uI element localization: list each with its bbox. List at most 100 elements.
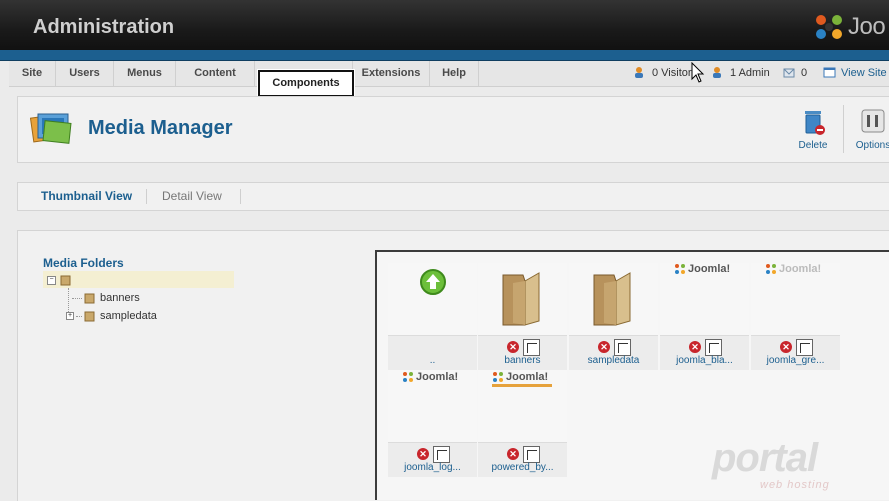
delete-icon[interactable]: ✕ bbox=[780, 341, 792, 353]
logo-text: Joo bbox=[848, 13, 886, 40]
thumb-image-joomla-black[interactable]: Joomla! ✕ joomla_bla... bbox=[660, 263, 749, 370]
tree-connector bbox=[72, 297, 82, 299]
collapse-icon[interactable]: − bbox=[47, 275, 56, 285]
menu-help[interactable]: Help bbox=[430, 61, 479, 86]
thumb-image: Joomla! bbox=[751, 263, 840, 335]
toolbar-divider bbox=[843, 105, 844, 153]
powered-by-strip bbox=[492, 384, 552, 387]
thumb-image: Joomla! bbox=[478, 370, 567, 442]
folder-icon bbox=[60, 275, 71, 286]
joomla-logo-thumb: Joomla! bbox=[402, 371, 458, 383]
tab-thumbnail-view[interactable]: Thumbnail View bbox=[41, 183, 132, 210]
select-checkbox[interactable] bbox=[614, 339, 631, 356]
tab-divider bbox=[240, 189, 241, 204]
thumb-name[interactable]: banners bbox=[478, 355, 567, 366]
logo-text: Joomla! bbox=[688, 263, 731, 275]
delete-icon[interactable]: ✕ bbox=[598, 341, 610, 353]
thumb-image: Joomla! bbox=[660, 263, 749, 335]
joomla-mark-icon bbox=[493, 372, 503, 382]
visitors-count: 0 Visitor bbox=[652, 66, 692, 79]
joomla-logo-thumb: Joomla! bbox=[674, 263, 730, 275]
tab-divider bbox=[146, 189, 147, 204]
thumb-name[interactable]: joomla_bla... bbox=[660, 355, 749, 366]
folder-icon bbox=[84, 311, 95, 322]
thumb-name[interactable]: powered_by... bbox=[478, 462, 567, 473]
menu-users[interactable]: Users bbox=[56, 61, 114, 86]
thumb-name[interactable]: .. bbox=[388, 355, 477, 366]
delete-label: Delete bbox=[798, 140, 828, 151]
thumb-name[interactable]: joomla_log... bbox=[388, 462, 477, 473]
expand-icon[interactable]: + bbox=[66, 312, 74, 320]
visitors-status[interactable]: 0 Visitor bbox=[634, 66, 692, 79]
thumb-name[interactable]: joomla_gre... bbox=[751, 355, 840, 366]
delete-icon[interactable]: ✕ bbox=[507, 448, 519, 460]
select-checkbox[interactable] bbox=[796, 339, 813, 356]
folder-label: sampledata bbox=[100, 310, 157, 322]
admin-header: Administration Joo bbox=[0, 0, 889, 50]
delete-icon[interactable]: ✕ bbox=[507, 341, 519, 353]
admins-status[interactable]: 1 Admin bbox=[712, 66, 770, 79]
joomla-logo-icon bbox=[816, 15, 842, 39]
select-checkbox[interactable] bbox=[705, 339, 722, 356]
tree-folder-sampledata[interactable]: + sampledata bbox=[66, 308, 157, 324]
header-title: Administration bbox=[33, 16, 175, 38]
joomla-logo[interactable]: Joo bbox=[812, 12, 886, 42]
thumb-name[interactable]: sampledata bbox=[569, 355, 658, 366]
thumb-image: Joomla! bbox=[388, 370, 477, 442]
messages-icon bbox=[783, 68, 795, 78]
select-checkbox[interactable] bbox=[433, 446, 450, 463]
view-site-link[interactable]: View Site bbox=[823, 66, 887, 79]
messages-status[interactable]: 0 bbox=[783, 66, 807, 79]
joomla-mark-icon bbox=[675, 264, 685, 274]
menu-content[interactable]: Content bbox=[176, 61, 255, 86]
joomla-logo-thumb: Joomla! bbox=[492, 371, 548, 383]
logo-text: Joomla! bbox=[779, 263, 822, 275]
page-toolbar: Media Manager Delete Options bbox=[17, 96, 889, 163]
watermark-brand: portal bbox=[712, 436, 818, 480]
thumb-up[interactable]: .. bbox=[388, 263, 477, 370]
media-folders-title: Media Folders bbox=[43, 256, 124, 270]
tab-detail-view[interactable]: Detail View bbox=[162, 183, 222, 210]
tree-root-row[interactable] bbox=[43, 271, 234, 288]
tree-connector bbox=[76, 315, 82, 317]
select-checkbox[interactable] bbox=[523, 446, 540, 463]
thumb-image-powered-by[interactable]: Joomla! ✕ powered_by... bbox=[478, 370, 567, 477]
up-arrow-icon bbox=[420, 269, 446, 295]
menu-site[interactable]: Site bbox=[9, 61, 56, 86]
thumb-image-joomla-logo[interactable]: Joomla! ✕ joomla_log... bbox=[388, 370, 477, 477]
folder-label: banners bbox=[100, 292, 140, 304]
media-manager-icon bbox=[30, 113, 72, 144]
joomla-mark-icon bbox=[403, 372, 413, 382]
options-icon bbox=[861, 109, 885, 133]
trash-icon bbox=[805, 111, 825, 135]
admins-count: 1 Admin bbox=[730, 66, 770, 79]
thumb-image bbox=[388, 263, 477, 335]
folder-icon bbox=[502, 272, 540, 326]
thumb-image-joomla-green[interactable]: Joomla! ✕ joomla_gre... bbox=[751, 263, 840, 370]
delete-button[interactable]: Delete bbox=[796, 107, 830, 151]
visitors-icon bbox=[635, 67, 643, 78]
watermark-sub: web hosting bbox=[760, 479, 830, 491]
tree-root-node[interactable]: − bbox=[47, 272, 71, 288]
joomla-logo-thumb: Joomla! bbox=[765, 263, 821, 275]
thumb-image bbox=[478, 263, 567, 335]
thumb-folder-sampledata[interactable]: ✕ sampledata bbox=[569, 263, 658, 370]
menu-components[interactable]: Components bbox=[258, 70, 354, 97]
header-accent-bar bbox=[0, 50, 889, 61]
messages-count: 0 bbox=[801, 66, 808, 79]
thumb-image bbox=[569, 263, 658, 335]
page-title: Media Manager bbox=[88, 117, 233, 139]
options-button[interactable]: Options bbox=[853, 107, 889, 151]
menu-extensions[interactable]: Extensions bbox=[353, 61, 430, 86]
view-site-icon bbox=[823, 67, 836, 78]
thumb-folder-banners[interactable]: ✕ banners bbox=[478, 263, 567, 370]
admins-icon bbox=[713, 67, 721, 78]
logo-text: Joomla! bbox=[506, 371, 549, 383]
tree-folder-banners[interactable]: banners bbox=[72, 290, 140, 306]
delete-icon[interactable]: ✕ bbox=[689, 341, 701, 353]
select-checkbox[interactable] bbox=[523, 339, 540, 356]
mouse-cursor-icon bbox=[691, 62, 705, 83]
menu-menus[interactable]: Menus bbox=[114, 61, 176, 86]
folder-icon bbox=[593, 272, 631, 326]
delete-icon[interactable]: ✕ bbox=[417, 448, 429, 460]
